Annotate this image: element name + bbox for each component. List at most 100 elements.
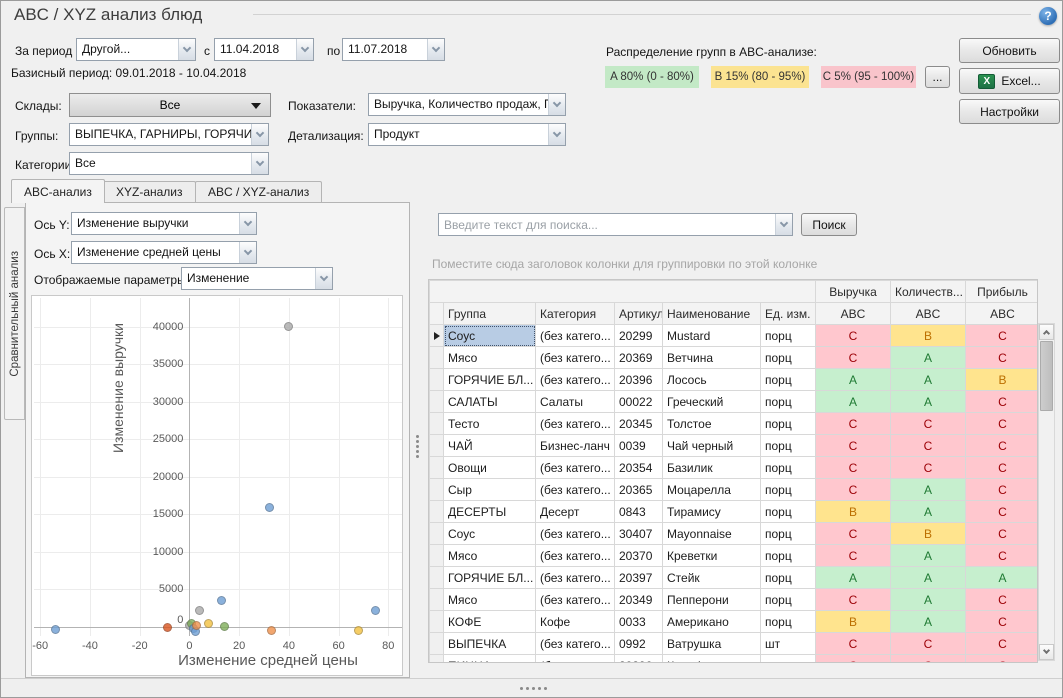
table-row[interactable]: Соус(без катего...30407MayonnaiseпорцCBC	[430, 523, 1039, 545]
cell-abc-class[interactable]: C	[816, 435, 891, 457]
scroll-up-button[interactable]	[1039, 324, 1054, 340]
table-row[interactable]: ГОРЯЧИЕ БЛ...(без катего...20396Лососьпо…	[430, 369, 1039, 391]
cell-abc-class[interactable]: A	[816, 391, 891, 413]
scatter-point[interactable]	[371, 606, 380, 615]
cell-name[interactable]: Американо	[663, 611, 761, 633]
scatter-point[interactable]	[265, 503, 274, 512]
cell-abc-class[interactable]: A	[891, 611, 966, 633]
table-row[interactable]: ГОРЯЧИЕ БЛ...(без катего...20397Стейкпор…	[430, 567, 1039, 589]
cell-name[interactable]: Ветчина	[663, 347, 761, 369]
cell-unit[interactable]: порц	[761, 391, 816, 413]
column-header[interactable]: ABC	[891, 303, 966, 325]
table-row[interactable]: ВЫПЕЧКА(без катего...0992ВатрушкаштCCC	[430, 633, 1039, 655]
categories-combo[interactable]: Все	[69, 152, 269, 175]
cell-unit[interactable]: шт	[761, 633, 816, 655]
cell-abc-class[interactable]: C	[891, 633, 966, 655]
cell-abc-class[interactable]: A	[891, 479, 966, 501]
scatter-point[interactable]	[204, 619, 213, 628]
cell-abc-class[interactable]: A	[816, 369, 891, 391]
cell-unit[interactable]: порц	[761, 457, 816, 479]
cell-abc-class[interactable]: C	[816, 479, 891, 501]
settings-button[interactable]: Настройки	[959, 99, 1060, 124]
cell-abc-class[interactable]: C	[891, 655, 966, 664]
chevron-down-icon[interactable]	[296, 39, 313, 60]
table-row[interactable]: КОФЕКофе0033АмериканопорцBAC	[430, 611, 1039, 633]
table-row[interactable]: Мясо(без катего...20369ВетчинапорцCAC	[430, 347, 1039, 369]
cell-abc-class[interactable]: C	[891, 435, 966, 457]
cell-sku[interactable]: 20349	[615, 589, 663, 611]
column-group-header[interactable]: Количеств...	[891, 281, 966, 303]
cell-sku[interactable]: 30407	[615, 523, 663, 545]
cell-name[interactable]: Моцарелла	[663, 479, 761, 501]
cell-abc-class[interactable]: A	[891, 567, 966, 589]
chevron-down-icon[interactable]	[251, 124, 268, 145]
scatter-point[interactable]	[51, 625, 60, 634]
cell-group[interactable]: Соус	[444, 523, 536, 545]
table-row[interactable]: Соус(без катего...20299MustardпорцCBC	[430, 325, 1039, 347]
cell-group[interactable]: Тесто	[444, 413, 536, 435]
table-row[interactable]: ЧАЙБизнес-ланч0039Чай черныйпорцCCC	[430, 435, 1039, 457]
horizontal-splitter[interactable]	[1, 678, 1063, 698]
cell-category[interactable]: (без катего...	[536, 523, 615, 545]
cell-sku[interactable]: 20365	[615, 479, 663, 501]
cell-sku[interactable]: 20299	[615, 325, 663, 347]
date-from-combo[interactable]: 11.04.2018	[214, 38, 314, 61]
cell-category[interactable]: Бизнес-ланч	[536, 435, 615, 457]
cell-abc-class[interactable]: C	[966, 325, 1039, 347]
cell-abc-class[interactable]: A	[891, 501, 966, 523]
cell-sku[interactable]: 00022	[615, 391, 663, 413]
cell-abc-class[interactable]: C	[966, 523, 1039, 545]
warehouses-dropdown[interactable]: Все	[69, 93, 271, 117]
cell-sku[interactable]: 0992	[615, 633, 663, 655]
cell-abc-class[interactable]: C	[966, 589, 1039, 611]
tab-inactive[interactable]: XYZ-анализ	[103, 181, 196, 202]
cell-group[interactable]: ГОРЯЧИЕ БЛ...	[444, 369, 536, 391]
cell-category[interactable]: (без катего...	[536, 457, 615, 479]
cell-category[interactable]: Десерт	[536, 501, 615, 523]
cell-category[interactable]: Кофе	[536, 611, 615, 633]
scatter-point[interactable]	[220, 622, 229, 631]
cell-abc-class[interactable]: C	[816, 347, 891, 369]
cell-name[interactable]: Пепперони	[663, 589, 761, 611]
cell-unit[interactable]: порц	[761, 589, 816, 611]
chevron-down-icon[interactable]	[548, 94, 565, 115]
cell-unit[interactable]: порц	[761, 567, 816, 589]
cell-category[interactable]: (без катего...	[536, 413, 615, 435]
cell-group[interactable]: Мясо	[444, 589, 536, 611]
vertical-scrollbar[interactable]	[1038, 323, 1055, 661]
scroll-down-button[interactable]	[1039, 644, 1054, 660]
side-tab-comparative-analysis[interactable]: Сравнительный анализ	[4, 207, 25, 420]
cell-group[interactable]: ПИЦЦА	[444, 655, 536, 664]
table-row[interactable]: ДЕСЕРТЫДесерт0843ТирамисупорцBAC	[430, 501, 1039, 523]
cell-category[interactable]: (без катего...	[536, 347, 615, 369]
chevron-down-icon[interactable]	[427, 39, 444, 60]
table-row[interactable]: САЛАТЫСалаты00022ГреческийпорцAAC	[430, 391, 1039, 413]
cell-group[interactable]: Мясо	[444, 347, 536, 369]
cell-category[interactable]: (без катего...	[536, 589, 615, 611]
axis-x-combo[interactable]: Изменение средней цены	[71, 241, 257, 264]
cell-name[interactable]: Mayonnaise	[663, 523, 761, 545]
cell-unit[interactable]: порц	[761, 545, 816, 567]
cell-abc-class[interactable]: C	[891, 457, 966, 479]
cell-unit[interactable]: порц	[761, 611, 816, 633]
cell-abc-class[interactable]: B	[966, 369, 1039, 391]
cell-abc-class[interactable]: C	[966, 435, 1039, 457]
chevron-down-icon[interactable]	[315, 268, 332, 289]
tab-inactive[interactable]: ABC / XYZ-анализ	[195, 181, 322, 202]
cell-sku[interactable]: 20397	[615, 567, 663, 589]
cell-abc-class[interactable]: A	[891, 369, 966, 391]
cell-abc-class[interactable]: B	[816, 611, 891, 633]
cell-unit[interactable]: кг	[761, 655, 816, 664]
display-params-combo[interactable]: Изменение	[181, 267, 333, 290]
column-header[interactable]: Группа	[444, 303, 536, 325]
cell-abc-class[interactable]: A	[966, 567, 1039, 589]
cell-group[interactable]: ВЫПЕЧКА	[444, 633, 536, 655]
cell-abc-class[interactable]: B	[891, 523, 966, 545]
cell-group[interactable]: ДЕСЕРТЫ	[444, 501, 536, 523]
chevron-down-icon[interactable]	[239, 242, 256, 263]
cell-abc-class[interactable]: C	[891, 413, 966, 435]
cell-sku[interactable]: 0033	[615, 611, 663, 633]
table-row[interactable]: Овощи(без катего...20354БазиликпорцCCC	[430, 457, 1039, 479]
chevron-down-icon[interactable]	[178, 39, 195, 60]
cell-abc-class[interactable]: C	[966, 655, 1039, 664]
